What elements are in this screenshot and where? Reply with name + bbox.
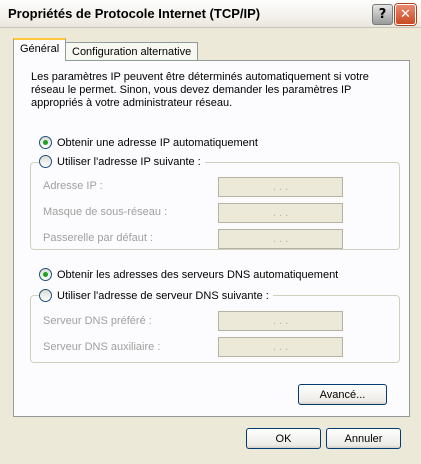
dns-manual-option[interactable]: Utiliser l'adresse de serveur DNS suivan… [39, 289, 273, 302]
dns-manual-radio[interactable] [39, 289, 52, 302]
ip-auto-option[interactable]: Obtenir une adresse IP automatiquement [39, 136, 262, 149]
default-gateway-row: Passerelle par défaut : [43, 232, 153, 244]
ip-address-row: Adresse IP : [43, 180, 103, 192]
ip-address-label: Adresse IP : [43, 180, 103, 192]
alternate-dns-label: Serveur DNS auxiliaire : [43, 341, 161, 353]
ip-manual-radio[interactable] [39, 155, 52, 168]
help-button[interactable]: ? [372, 4, 393, 25]
ip-manual-label: Utiliser l'adresse IP suivante : [57, 155, 201, 168]
subnet-mask-label: Masque de sous-réseau : [43, 206, 168, 218]
subnet-mask-input[interactable]: . . . [218, 203, 343, 223]
ok-button[interactable]: OK [246, 428, 321, 449]
close-button[interactable]: ✕ [395, 4, 416, 25]
help-icon: ? [378, 7, 387, 22]
alternate-dns-row: Serveur DNS auxiliaire : [43, 341, 160, 353]
dns-auto-label: Obtenir les adresses des serveurs DNS au… [57, 268, 339, 281]
default-gateway-input[interactable]: . . . [218, 229, 343, 249]
alternate-dns-input[interactable]: . . . [218, 337, 343, 357]
preferred-dns-row: Serveur DNS préféré : [43, 315, 152, 327]
ip-auto-radio[interactable] [39, 136, 52, 149]
close-icon: ✕ [400, 7, 411, 22]
dns-manual-label: Utiliser l'adresse de serveur DNS suivan… [57, 289, 269, 302]
preferred-dns-label: Serveur DNS préféré : [43, 315, 152, 327]
dns-auto-option[interactable]: Obtenir les adresses des serveurs DNS au… [39, 268, 343, 281]
subnet-mask-row: Masque de sous-réseau : [43, 206, 167, 218]
tab-general[interactable]: Général [13, 38, 67, 61]
title-bar[interactable]: Propriétés de Protocole Internet (TCP/IP… [0, 0, 421, 28]
window-title: Propriétés de Protocole Internet (TCP/IP… [8, 6, 261, 21]
ip-address-input[interactable]: . . . [218, 177, 343, 197]
description-text: Les paramètres IP peuvent être déterminé… [31, 71, 369, 109]
cancel-button[interactable]: Annuler [326, 428, 401, 449]
default-gateway-label: Passerelle par défaut : [43, 232, 154, 244]
tab-alternate-configuration[interactable]: Configuration alternative [65, 42, 199, 62]
general-tab-panel: Les paramètres IP peuvent être déterminé… [13, 60, 410, 417]
preferred-dns-input[interactable]: . . . [218, 311, 343, 331]
ip-manual-option[interactable]: Utiliser l'adresse IP suivante : [39, 155, 205, 168]
ip-auto-label: Obtenir une adresse IP automatiquement [57, 136, 258, 149]
dns-auto-radio[interactable] [39, 268, 52, 281]
tcpip-properties-dialog: Propriétés de Protocole Internet (TCP/IP… [0, 0, 421, 464]
advanced-button[interactable]: Avancé... [298, 384, 387, 405]
